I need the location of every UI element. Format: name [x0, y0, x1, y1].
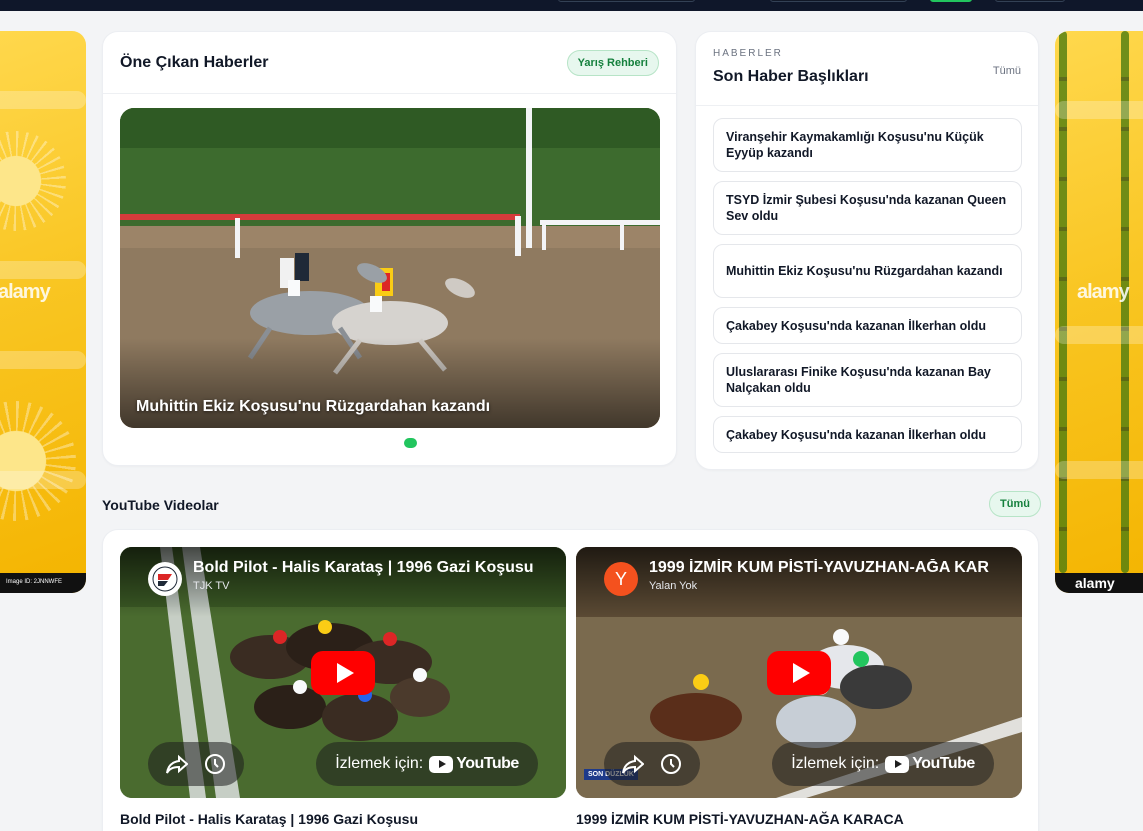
- watch-on-label: İzlemek için:: [791, 755, 880, 772]
- slide-caption[interactable]: Muhittin Ekiz Koşusu'nu Rüzgardahan kaza…: [136, 398, 490, 416]
- decor-band: [0, 261, 86, 279]
- top-navbar: [0, 0, 1143, 11]
- video-title[interactable]: 1999 İZMİR KUM PİSTİ-YAVUZHAN-AĞA KARACA: [649, 559, 989, 577]
- videos-card: Bold Pilot - Halis Karataş | 1996 Gazi K…: [102, 529, 1039, 831]
- video-channel[interactable]: Yalan Yok: [649, 580, 697, 592]
- carousel-dot-active[interactable]: [404, 438, 417, 448]
- decor-band: [1055, 326, 1143, 344]
- play-button[interactable]: [767, 650, 831, 695]
- nav-pill[interactable]: [995, 0, 1065, 2]
- channel-avatar[interactable]: [148, 562, 182, 596]
- ad-footer: Image ID: 2JNNWFE: [0, 573, 86, 593]
- watch-on-label: İzlemek için:: [335, 755, 424, 772]
- featured-slide[interactable]: Muhittin Ekiz Koşusu'nu Rüzgardahan kaza…: [120, 108, 660, 428]
- headlines-all-link[interactable]: Tümü: [993, 65, 1021, 77]
- headline-item[interactable]: Muhittin Ekiz Koşusu'nu Rüzgardahan kaza…: [713, 244, 1022, 298]
- share-icon[interactable]: [622, 754, 644, 774]
- left-ad-banner[interactable]: alamy Image ID: 2JNNWFE: [0, 31, 86, 593]
- youtube-logo: YouTube: [429, 755, 519, 773]
- channel-avatar[interactable]: Y: [604, 562, 638, 596]
- sun-graphic: [0, 401, 76, 521]
- video-title-gradient: [120, 547, 566, 617]
- decor-band: [1055, 461, 1143, 479]
- headline-item[interactable]: TSYD İzmir Şubesi Koşusu'nda kazanan Que…: [713, 181, 1022, 235]
- video-embed-2[interactable]: Y 1999 İZMİR KUM PİSTİ-YAVUZHAN-AĞA KARA…: [576, 547, 1022, 798]
- video-actions: [604, 742, 700, 786]
- youtube-wordmark: YouTube: [912, 755, 975, 772]
- video-channel[interactable]: TJK TV: [193, 580, 229, 592]
- videos-section-title: YouTube Videolar: [102, 497, 219, 513]
- sun-graphic: [0, 131, 66, 231]
- play-button[interactable]: [311, 650, 375, 695]
- youtube-logo: YouTube: [885, 755, 975, 773]
- video-title-gradient: [576, 547, 1022, 617]
- decor-band: [0, 471, 86, 489]
- headlines-header: HABERLER Son Haber Başlıkları Tümü: [696, 32, 1038, 106]
- watch-later-icon[interactable]: [204, 753, 226, 775]
- videos-all-button[interactable]: Tümü: [989, 491, 1041, 517]
- headline-item[interactable]: Viranşehir Kaymakamlığı Koşusu'nu Küçük …: [713, 118, 1022, 172]
- decor-band: [0, 351, 86, 369]
- headline-item[interactable]: Çakabey Koşusu'nda kazanan İlkerhan oldu: [713, 307, 1022, 344]
- video-embed-1[interactable]: Bold Pilot - Halis Karataş | 1996 Gazi K…: [120, 547, 566, 798]
- share-icon[interactable]: [166, 754, 188, 774]
- ad-footer: alamy: [1055, 573, 1143, 593]
- nav-pill-active[interactable]: [930, 0, 972, 2]
- decor-band: [1055, 101, 1143, 119]
- video-caption[interactable]: Bold Pilot - Halis Karataş | 1996 Gazi K…: [120, 811, 418, 827]
- youtube-wordmark: YouTube: [456, 755, 519, 772]
- headlines-title: Son Haber Başlıkları: [713, 68, 869, 85]
- watch-on-youtube[interactable]: İzlemek için: YouTube: [316, 742, 538, 786]
- youtube-play-icon: [429, 755, 454, 773]
- video-actions: [148, 742, 244, 786]
- video-title[interactable]: Bold Pilot - Halis Karataş | 1996 Gazi K…: [193, 559, 533, 577]
- right-ad-banner[interactable]: alamy alamy: [1055, 31, 1143, 593]
- featured-news-card: Öne Çıkan Haberler Yarış Rehberi Muhitti…: [102, 31, 677, 466]
- tjk-logo-icon: [152, 566, 178, 592]
- watch-on-youtube[interactable]: İzlemek için: YouTube: [772, 742, 994, 786]
- youtube-play-icon: [885, 755, 910, 773]
- featured-title: Öne Çıkan Haberler: [120, 53, 269, 71]
- watch-later-icon[interactable]: [660, 753, 682, 775]
- race-guide-button[interactable]: Yarış Rehberi: [566, 49, 659, 76]
- video-caption[interactable]: 1999 İZMİR KUM PİSTİ-YAVUZHAN-AĞA KARACA: [576, 811, 904, 827]
- decor-band: [0, 91, 86, 109]
- headlines-kicker: HABERLER: [713, 48, 783, 59]
- ad-watermark: alamy: [0, 281, 51, 303]
- nav-pill[interactable]: [558, 0, 695, 2]
- nav-pill[interactable]: [770, 0, 907, 2]
- ad-watermark: alamy: [1077, 281, 1130, 303]
- headline-item[interactable]: Çakabey Koşusu'nda kazanan İlkerhan oldu: [713, 416, 1022, 453]
- headlines-list: Viranşehir Kaymakamlığı Koşusu'nu Küçük …: [713, 118, 1022, 462]
- featured-header: Öne Çıkan Haberler Yarış Rehberi: [103, 32, 676, 94]
- headlines-card: HABERLER Son Haber Başlıkları Tümü Viran…: [695, 31, 1039, 470]
- headline-item[interactable]: Uluslararası Finike Koşusu'nda kazanan B…: [713, 353, 1022, 407]
